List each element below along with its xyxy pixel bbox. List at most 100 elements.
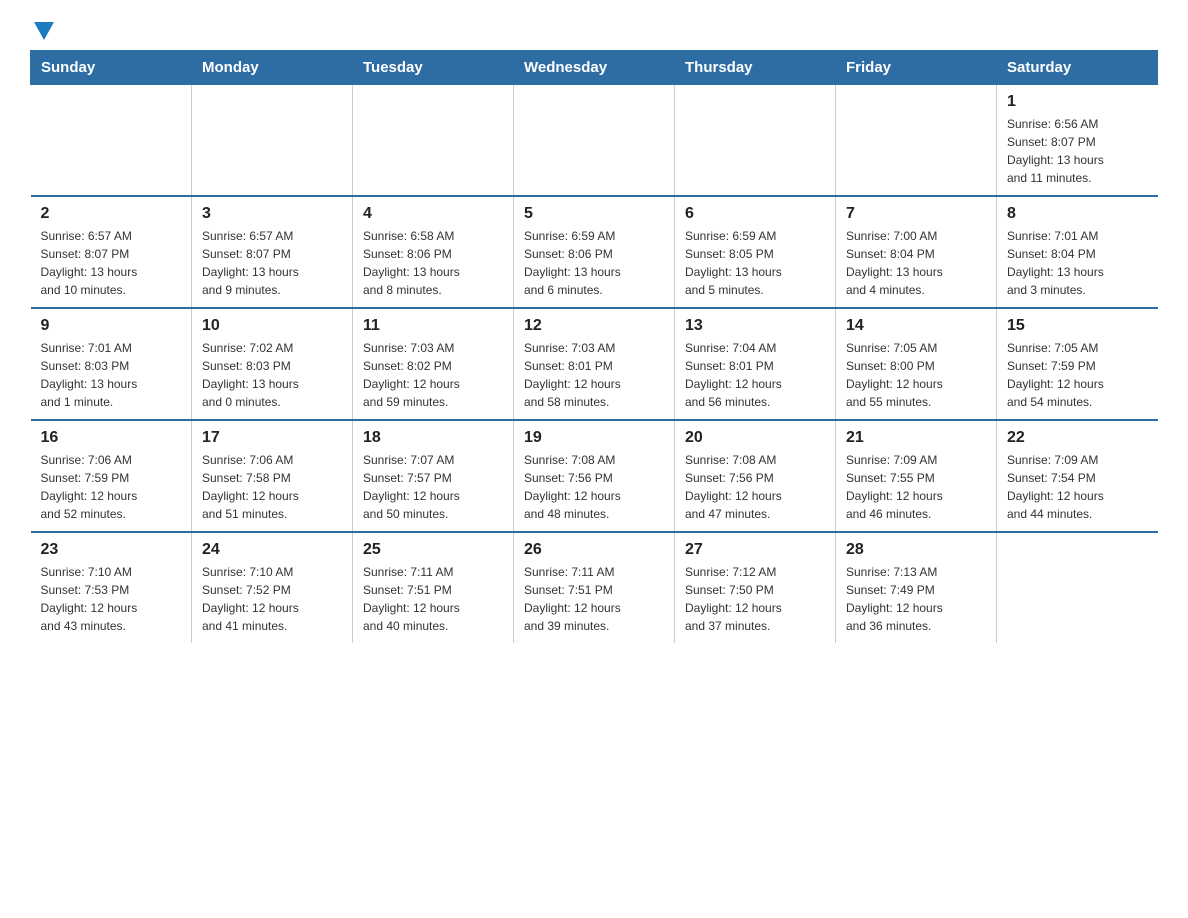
calendar-cell: 16 Sunrise: 7:06 AM Sunset: 7:59 PM Dayli… bbox=[31, 420, 192, 532]
day-info: Sunrise: 7:03 AM Sunset: 8:02 PM Dayligh… bbox=[363, 339, 503, 411]
page-header bbox=[30, 20, 1158, 40]
calendar-cell: 3Sunrise: 6:57 AM Sunset: 8:07 PM Daylig… bbox=[192, 196, 353, 308]
day-info: Sunrise: 6:59 AM Sunset: 8:06 PM Dayligh… bbox=[524, 227, 664, 299]
day-number: 2 bbox=[41, 205, 182, 223]
day-number: 21 bbox=[846, 429, 986, 447]
calendar-cell: 13 Sunrise: 7:04 AM Sunset: 8:01 PM Dayli… bbox=[675, 308, 836, 420]
calendar-table: SundayMondayTuesdayWednesdayThursdayFrid… bbox=[30, 50, 1158, 643]
calendar-cell: 11 Sunrise: 7:03 AM Sunset: 8:02 PM Dayli… bbox=[353, 308, 514, 420]
day-number: 8 bbox=[1007, 205, 1148, 223]
weekday-header-tuesday: Tuesday bbox=[353, 51, 514, 85]
day-info: Sunrise: 7:10 AM Sunset: 7:52 PM Dayligh… bbox=[202, 563, 342, 635]
calendar-week-row: 1 Sunrise: 6:56 AM Sunset: 8:07 PM Daylig… bbox=[31, 85, 1158, 197]
logo-triangle-icon bbox=[34, 22, 54, 40]
day-number: 10 bbox=[202, 317, 342, 335]
day-number: 18 bbox=[363, 429, 503, 447]
weekday-header-wednesday: Wednesday bbox=[514, 51, 675, 85]
day-info: Sunrise: 7:09 AM Sunset: 7:54 PM Dayligh… bbox=[1007, 451, 1148, 523]
day-number: 25 bbox=[363, 541, 503, 559]
day-number: 27 bbox=[685, 541, 825, 559]
day-number: 17 bbox=[202, 429, 342, 447]
calendar-cell: 25 Sunrise: 7:11 AM Sunset: 7:51 PM Dayli… bbox=[353, 532, 514, 643]
calendar-cell bbox=[675, 85, 836, 197]
day-info: Sunrise: 7:13 AM Sunset: 7:49 PM Dayligh… bbox=[846, 563, 986, 635]
calendar-cell: 22 Sunrise: 7:09 AM Sunset: 7:54 PM Dayli… bbox=[997, 420, 1158, 532]
day-info: Sunrise: 6:58 AM Sunset: 8:06 PM Dayligh… bbox=[363, 227, 503, 299]
day-number: 4 bbox=[363, 205, 503, 223]
day-info: Sunrise: 7:01 AM Sunset: 8:04 PM Dayligh… bbox=[1007, 227, 1148, 299]
calendar-cell: 2 Sunrise: 6:57 AM Sunset: 8:07 PM Daylig… bbox=[31, 196, 192, 308]
day-info: Sunrise: 7:11 AM Sunset: 7:51 PM Dayligh… bbox=[524, 563, 664, 635]
calendar-week-row: 23Sunrise: 7:10 AM Sunset: 7:53 PM Dayli… bbox=[31, 532, 1158, 643]
day-number: 23 bbox=[41, 541, 182, 559]
day-number: 14 bbox=[846, 317, 986, 335]
day-info: Sunrise: 7:06 AM Sunset: 7:58 PM Dayligh… bbox=[202, 451, 342, 523]
day-number: 22 bbox=[1007, 429, 1148, 447]
day-number: 16 bbox=[41, 429, 182, 447]
calendar-cell: 24 Sunrise: 7:10 AM Sunset: 7:52 PM Dayli… bbox=[192, 532, 353, 643]
day-number: 5 bbox=[524, 205, 664, 223]
day-number: 12 bbox=[524, 317, 664, 335]
calendar-cell: 15Sunrise: 7:05 AM Sunset: 7:59 PM Dayli… bbox=[997, 308, 1158, 420]
day-info: Sunrise: 7:08 AM Sunset: 7:56 PM Dayligh… bbox=[685, 451, 825, 523]
day-info: Sunrise: 6:57 AM Sunset: 8:07 PM Dayligh… bbox=[202, 227, 342, 299]
day-number: 15 bbox=[1007, 317, 1148, 335]
calendar-week-row: 16 Sunrise: 7:06 AM Sunset: 7:59 PM Dayli… bbox=[31, 420, 1158, 532]
day-info: Sunrise: 7:00 AM Sunset: 8:04 PM Dayligh… bbox=[846, 227, 986, 299]
calendar-cell bbox=[353, 85, 514, 197]
calendar-cell: 12 Sunrise: 7:03 AM Sunset: 8:01 PM Dayli… bbox=[514, 308, 675, 420]
day-info: Sunrise: 7:09 AM Sunset: 7:55 PM Dayligh… bbox=[846, 451, 986, 523]
calendar-cell bbox=[192, 85, 353, 197]
calendar-cell: 20Sunrise: 7:08 AM Sunset: 7:56 PM Dayli… bbox=[675, 420, 836, 532]
day-number: 24 bbox=[202, 541, 342, 559]
weekday-header-saturday: Saturday bbox=[997, 51, 1158, 85]
calendar-cell: 27 Sunrise: 7:12 AM Sunset: 7:50 PM Dayli… bbox=[675, 532, 836, 643]
day-info: Sunrise: 6:57 AM Sunset: 8:07 PM Dayligh… bbox=[41, 227, 182, 299]
day-info: Sunrise: 7:03 AM Sunset: 8:01 PM Dayligh… bbox=[524, 339, 664, 411]
calendar-cell: 8 Sunrise: 7:01 AM Sunset: 8:04 PM Daylig… bbox=[997, 196, 1158, 308]
calendar-cell: 26 Sunrise: 7:11 AM Sunset: 7:51 PM Dayli… bbox=[514, 532, 675, 643]
day-number: 1 bbox=[1007, 93, 1148, 111]
calendar-cell bbox=[514, 85, 675, 197]
day-number: 19 bbox=[524, 429, 664, 447]
calendar-week-row: 2 Sunrise: 6:57 AM Sunset: 8:07 PM Daylig… bbox=[31, 196, 1158, 308]
calendar-cell: 21 Sunrise: 7:09 AM Sunset: 7:55 PM Dayli… bbox=[836, 420, 997, 532]
day-number: 26 bbox=[524, 541, 664, 559]
calendar-cell bbox=[836, 85, 997, 197]
day-number: 11 bbox=[363, 317, 503, 335]
day-number: 6 bbox=[685, 205, 825, 223]
day-info: Sunrise: 7:08 AM Sunset: 7:56 PM Dayligh… bbox=[524, 451, 664, 523]
calendar-cell: 7 Sunrise: 7:00 AM Sunset: 8:04 PM Daylig… bbox=[836, 196, 997, 308]
day-info: Sunrise: 7:02 AM Sunset: 8:03 PM Dayligh… bbox=[202, 339, 342, 411]
weekday-header-monday: Monday bbox=[192, 51, 353, 85]
calendar-cell: 28 Sunrise: 7:13 AM Sunset: 7:49 PM Dayli… bbox=[836, 532, 997, 643]
calendar-cell bbox=[31, 85, 192, 197]
day-number: 9 bbox=[41, 317, 182, 335]
calendar-week-row: 9 Sunrise: 7:01 AM Sunset: 8:03 PM Daylig… bbox=[31, 308, 1158, 420]
calendar-cell bbox=[997, 532, 1158, 643]
calendar-cell: 14 Sunrise: 7:05 AM Sunset: 8:00 PM Dayli… bbox=[836, 308, 997, 420]
day-info: Sunrise: 7:05 AM Sunset: 8:00 PM Dayligh… bbox=[846, 339, 986, 411]
logo bbox=[30, 20, 54, 40]
calendar-header-row: SundayMondayTuesdayWednesdayThursdayFrid… bbox=[31, 51, 1158, 85]
calendar-cell: 4 Sunrise: 6:58 AM Sunset: 8:06 PM Daylig… bbox=[353, 196, 514, 308]
day-info: Sunrise: 7:01 AM Sunset: 8:03 PM Dayligh… bbox=[41, 339, 182, 411]
calendar-cell: 17 Sunrise: 7:06 AM Sunset: 7:58 PM Dayli… bbox=[192, 420, 353, 532]
day-info: Sunrise: 7:06 AM Sunset: 7:59 PM Dayligh… bbox=[41, 451, 182, 523]
calendar-cell: 18Sunrise: 7:07 AM Sunset: 7:57 PM Dayli… bbox=[353, 420, 514, 532]
day-info: Sunrise: 7:11 AM Sunset: 7:51 PM Dayligh… bbox=[363, 563, 503, 635]
calendar-cell: 23Sunrise: 7:10 AM Sunset: 7:53 PM Dayli… bbox=[31, 532, 192, 643]
calendar-cell: 9 Sunrise: 7:01 AM Sunset: 8:03 PM Daylig… bbox=[31, 308, 192, 420]
calendar-cell: 5 Sunrise: 6:59 AM Sunset: 8:06 PM Daylig… bbox=[514, 196, 675, 308]
weekday-header-friday: Friday bbox=[836, 51, 997, 85]
day-info: Sunrise: 7:04 AM Sunset: 8:01 PM Dayligh… bbox=[685, 339, 825, 411]
day-info: Sunrise: 7:12 AM Sunset: 7:50 PM Dayligh… bbox=[685, 563, 825, 635]
day-info: Sunrise: 6:56 AM Sunset: 8:07 PM Dayligh… bbox=[1007, 115, 1148, 187]
calendar-cell: 1 Sunrise: 6:56 AM Sunset: 8:07 PM Daylig… bbox=[997, 85, 1158, 197]
day-number: 13 bbox=[685, 317, 825, 335]
calendar-cell: 19 Sunrise: 7:08 AM Sunset: 7:56 PM Dayli… bbox=[514, 420, 675, 532]
weekday-header-thursday: Thursday bbox=[675, 51, 836, 85]
calendar-cell: 10 Sunrise: 7:02 AM Sunset: 8:03 PM Dayli… bbox=[192, 308, 353, 420]
day-number: 7 bbox=[846, 205, 986, 223]
day-number: 28 bbox=[846, 541, 986, 559]
